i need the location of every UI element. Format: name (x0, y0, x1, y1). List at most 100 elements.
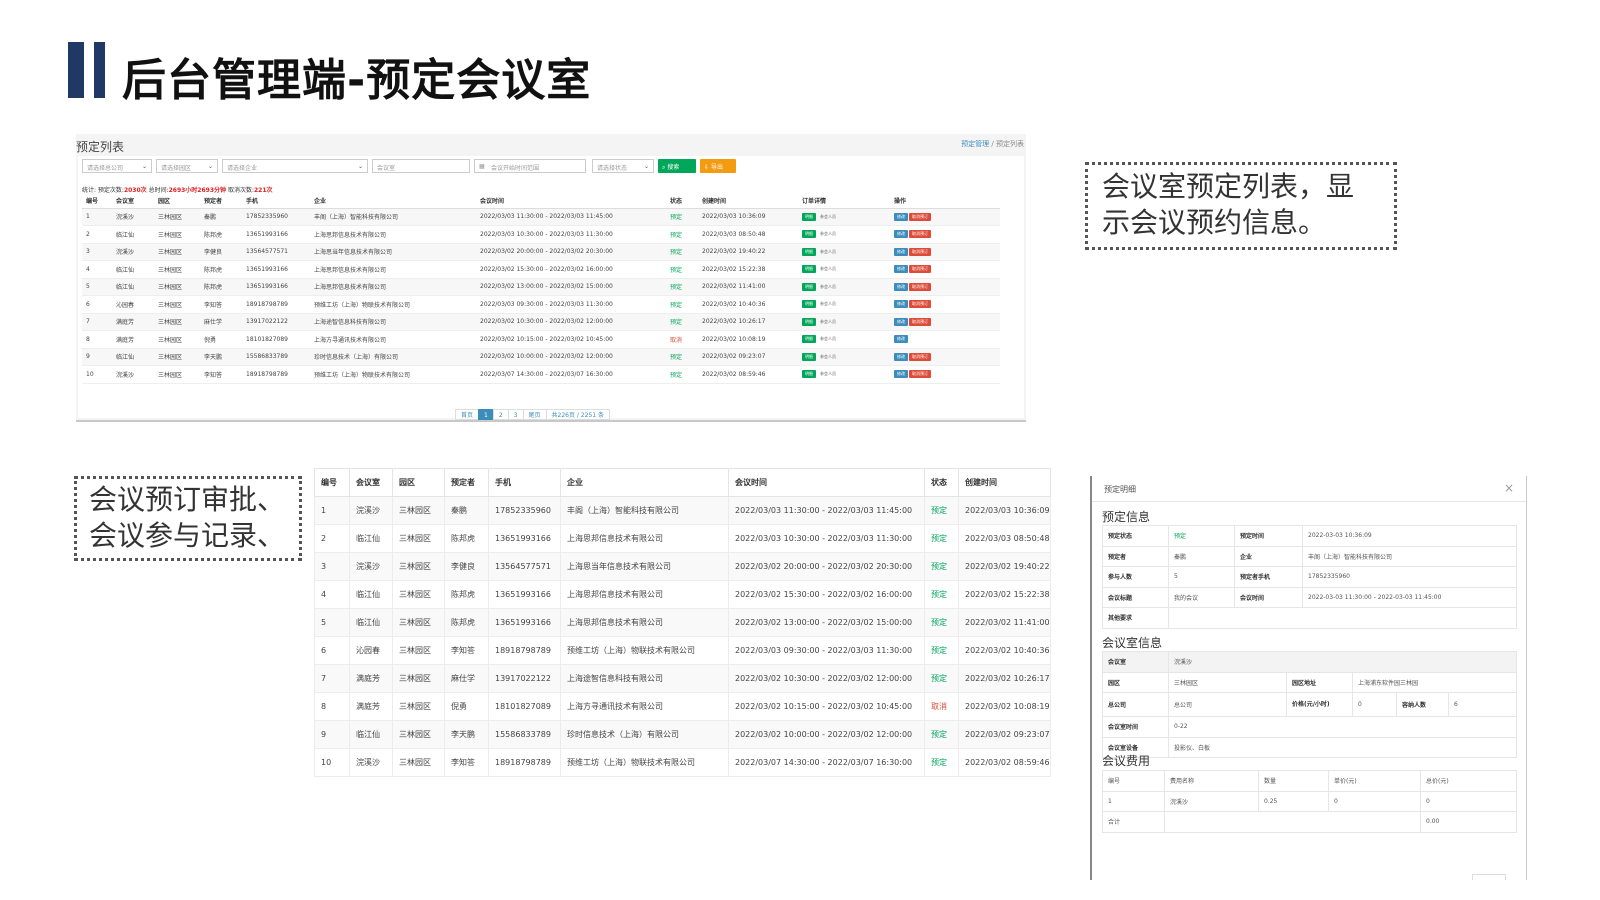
edit-button[interactable]: 修改 (894, 300, 908, 309)
edit-button[interactable]: 修改 (894, 282, 908, 291)
cell-id: 7 (82, 313, 112, 331)
cell-order-detail: 明细 参会人员 (798, 365, 890, 384)
cell-id: 8 (82, 330, 112, 349)
cancel-booking-button[interactable]: 取消预订 (909, 300, 931, 309)
edit-button[interactable]: 修改 (894, 265, 908, 274)
cell-created: 2022/03/02 10:26:17 (698, 313, 798, 331)
export-button[interactable]: ⇩ 导出 (700, 159, 736, 173)
detail-button[interactable]: 明细 (802, 352, 816, 361)
cancel-booking-button[interactable]: 取消预订 (909, 247, 931, 256)
participants-button[interactable]: 参会人员 (817, 230, 839, 238)
edit-button[interactable]: 修改 (894, 335, 908, 344)
cell-booker: 陈邦虎 (200, 278, 242, 296)
cell-order-detail: 明细 参会人员 (798, 243, 890, 261)
cell-company: 上海思当年信息技术有限公司 (560, 552, 729, 581)
column-header: 会议室 (349, 468, 393, 497)
table-row: 5 临江仙 三林园区 陈邦虎 13651993166 上海思邦信息技术有限公司 2022/0… (82, 278, 1000, 296)
cell-room: 临江仙 (349, 524, 393, 553)
pager-page[interactable]: 2 (492, 409, 509, 420)
cell-actions: 修改 取消预订 (890, 208, 1000, 226)
table-row: 9 临江仙 三林园区 李天鹏 15586833789 珍时信息技术（上海）有限公司 2022… (82, 348, 1000, 366)
column-header: 企业 (560, 468, 729, 497)
booking-table-screenshot: 编号 会议室 园区 预定者 手机 企业 会议时间 状态 创建时间 1 浣溪沙 三林园区 秦鹏 17852… (314, 468, 1051, 780)
participants-button[interactable]: 参会人员 (817, 300, 839, 308)
column-header: 编号 (314, 468, 350, 497)
edit-button[interactable]: 修改 (894, 352, 908, 361)
callout-line: 示会议预约信息。 (1102, 206, 1327, 239)
cell-booker: 陈邦虎 (444, 608, 489, 637)
edit-button[interactable]: 修改 (894, 230, 908, 239)
cell-created: 2022/03/02 15:22:38 (698, 260, 798, 279)
cancel-booking-button[interactable]: 取消预订 (909, 212, 931, 221)
cell-status: 预定 (666, 295, 698, 314)
pager-first[interactable]: 首页 (455, 409, 480, 420)
modal-header: 预定明细 × (1092, 476, 1526, 502)
cell-phone: 18101827089 (488, 692, 561, 721)
table-row: 总公司 总公司 价格(元/小时) 0 容纳人数 6 (1102, 692, 1517, 717)
detail-button[interactable]: 明细 (802, 230, 816, 239)
participants-button[interactable]: 参会人员 (817, 370, 839, 378)
cell-created: 2022/03/02 09:23:07 (698, 348, 798, 366)
detail-button[interactable]: 明细 (802, 247, 816, 256)
cell-created: 2022/03/02 10:40:36 (958, 636, 1051, 665)
breadcrumb-link[interactable]: 预定管理 (961, 140, 989, 148)
participants-button[interactable]: 参会人员 (817, 213, 839, 221)
column-header: 状态 (924, 468, 959, 497)
pager-last[interactable]: 尾页 (522, 409, 547, 420)
pager-page[interactable]: 3 (507, 409, 524, 420)
park-select[interactable]: 请选择园区 ⌄ (156, 159, 218, 173)
table-row: 4 临江仙 三林园区 陈邦虎 13651993166 上海思邦信息技术有限公司 2022/0… (314, 580, 1051, 609)
edit-button[interactable]: 修改 (894, 370, 908, 379)
park-label: 园区 (1102, 671, 1169, 693)
cancel-booking-button[interactable]: 取消预订 (909, 352, 931, 361)
time-range-input[interactable]: ▦ 会议开始时间范围 (474, 159, 586, 173)
cancel-booking-button[interactable]: 取消预订 (909, 282, 931, 291)
cell-time: 2022/03/02 10:00:00 - 2022/03/02 12:00:0… (728, 720, 925, 749)
detail-button[interactable]: 明细 (802, 370, 816, 379)
detail-button[interactable]: 明细 (802, 317, 816, 326)
pager-page[interactable]: 1 (478, 409, 494, 420)
edit-button[interactable]: 修改 (894, 212, 908, 221)
cell-status: 预定 (666, 225, 698, 244)
cell-status: 预定 (924, 580, 959, 609)
company-label: 企业 (1234, 545, 1303, 567)
detail-button[interactable]: 明细 (802, 212, 816, 221)
cancel-booking-button[interactable]: 取消预订 (909, 370, 931, 379)
participants-button[interactable]: 参会人员 (817, 353, 839, 361)
detail-button[interactable]: 明细 (802, 265, 816, 274)
table-row: 3 浣溪沙 三林园区 李健良 13564577571 上海思当年信息技术有限公司 2022/… (82, 243, 1000, 261)
search-button[interactable]: ⌕ 搜索 (658, 159, 696, 173)
cell-room: 沁园春 (112, 295, 154, 314)
participants-button[interactable]: 参会人员 (817, 265, 839, 273)
participants-button[interactable]: 参会人员 (817, 283, 839, 291)
participants-button[interactable]: 参会人员 (817, 318, 839, 326)
participants-button[interactable]: 参会人员 (817, 248, 839, 256)
detail-button[interactable]: 明细 (802, 335, 816, 344)
edit-button[interactable]: 修改 (894, 247, 908, 256)
participants-button[interactable]: 参会人员 (817, 335, 839, 343)
table-row: 7 满庭芳 三林园区 麻仕学 13917022122 上海途智信息科技有限公司 2022/0… (82, 313, 1000, 331)
close-icon[interactable]: × (1504, 481, 1514, 495)
status-select[interactable]: 请选择状态 ⌄ (592, 159, 654, 173)
detail-button[interactable]: 明细 (802, 300, 816, 309)
room: 浣溪沙 (1168, 651, 1517, 673)
cancel-booking-button[interactable]: 取消预订 (909, 317, 931, 326)
company-select[interactable]: 请选择总公司 ⌄ (82, 159, 152, 173)
column-header: 会议时间 (728, 468, 925, 497)
fee-column-header: 费用名称 (1164, 770, 1259, 792)
cell-company: 上海思邦信息技术有限公司 (310, 278, 476, 296)
cell-room: 浣溪沙 (349, 496, 393, 525)
modal-footer-button[interactable] (1472, 874, 1506, 880)
enterprise-select[interactable]: 请选择企业 ⌄ (222, 159, 368, 173)
cell-id: 3 (314, 552, 350, 581)
cancel-booking-button[interactable]: 取消预订 (909, 230, 931, 239)
cell-room: 沁园春 (349, 636, 393, 665)
callout-approval-description: 会议预订审批、 会议参与记录、 (74, 476, 302, 561)
cancel-booking-button[interactable]: 取消预订 (909, 265, 931, 274)
detail-button[interactable]: 明细 (802, 282, 816, 291)
cell-park: 三林园区 (154, 243, 200, 261)
room-input[interactable]: 会议室 (372, 159, 470, 173)
cell-room: 临江仙 (112, 260, 154, 279)
cell-id: 2 (314, 524, 350, 553)
edit-button[interactable]: 修改 (894, 317, 908, 326)
